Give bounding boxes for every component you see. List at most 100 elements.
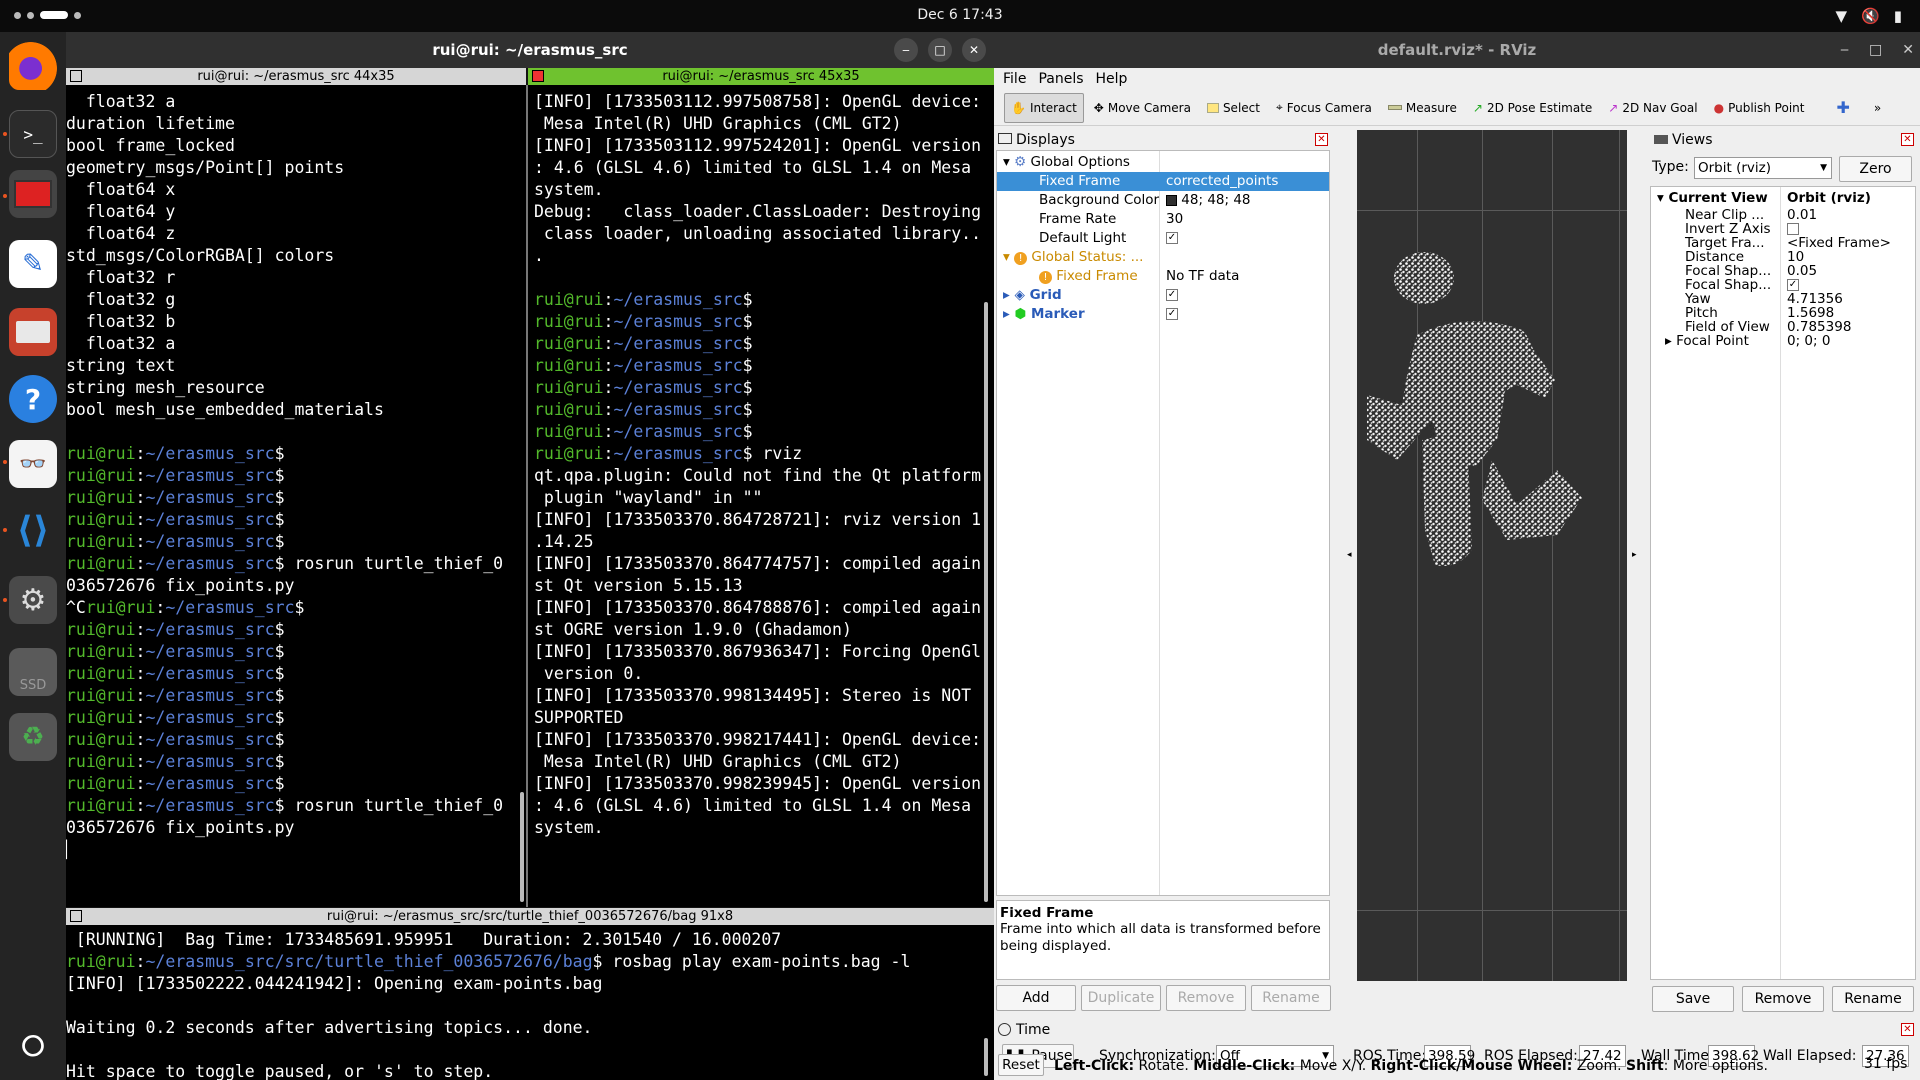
terminal-line: rui@rui:~/erasmus_src$ <box>534 378 753 397</box>
show-apps-icon[interactable]: ⭘ <box>9 1022 57 1070</box>
presentation-icon[interactable] <box>9 170 57 218</box>
clock[interactable]: Dec 6 17:43 <box>0 7 1920 23</box>
terminal-line: rui@rui:~/erasmus_src$ rosrun turtle_thi… <box>66 554 504 573</box>
tree-marker[interactable]: ▸ ⬢ Marker <box>1003 305 1085 324</box>
view-prop-value[interactable]: 0; 0; 0 <box>1787 334 1830 348</box>
system-tray[interactable]: ▼ 🔇 ▮ <box>1836 7 1903 25</box>
view-prop-value[interactable]: 4.71356 <box>1787 292 1843 306</box>
view-prop-value[interactable] <box>1787 222 1799 236</box>
bottom-terminal-pane[interactable]: [RUNNING] Bag Time: 1733485691.959951 Du… <box>66 925 994 1080</box>
view-prop-value[interactable]: 0.05 <box>1787 264 1817 278</box>
marker-checkbox[interactable]: ✓ <box>1166 305 1178 324</box>
close-icon[interactable]: ✕ <box>962 38 986 62</box>
view-prop-value[interactable]: 0.785398 <box>1787 320 1851 334</box>
tool-move-camera[interactable]: ✥ Move Camera <box>1088 93 1197 123</box>
tool-focus-camera[interactable]: ⌖ Focus Camera <box>1270 93 1378 123</box>
save-view-button[interactable]: Save <box>1652 986 1734 1012</box>
maximize-icon[interactable]: □ <box>928 38 952 62</box>
rviz-titlebar[interactable]: default.rviz* - RViz ‒ □ ✕ <box>994 32 1920 68</box>
point-cloud-marker[interactable] <box>1357 130 1627 981</box>
grid-checkbox[interactable]: ✓ <box>1166 286 1178 305</box>
right-terminal-pane[interactable]: [INFO] [1733503112.997508758]: OpenGL de… <box>528 85 994 907</box>
right-pane-scrollbar[interactable] <box>984 302 988 902</box>
files-icon[interactable] <box>9 308 57 356</box>
tool-publish-point[interactable]: ● Publish Point <box>1708 93 1811 123</box>
tree-fixed-frame[interactable]: Fixed Frame corrected_points <box>997 172 1329 191</box>
prompt-user: rui@rui <box>66 642 136 661</box>
ssd-drive-icon[interactable]: SSD <box>9 648 57 696</box>
displays-tree[interactable]: ▾ ⚙ Global Options Fixed Frame corrected_… <box>996 150 1330 896</box>
text-editor-icon[interactable]: ✎ <box>9 240 57 288</box>
add-tool-icon[interactable]: ✚ <box>1836 98 1849 117</box>
tree-global-status[interactable]: ▾ ! Global Status: ... <box>1003 248 1143 267</box>
left-terminal-pane[interactable]: float32 a duration lifetime bool frame_loc… <box>66 85 526 907</box>
close-panel-icon[interactable]: ✕ <box>1315 133 1328 146</box>
duplicate-button[interactable]: Duplicate <box>1081 985 1161 1011</box>
close-icon[interactable]: ✕ <box>1902 32 1914 68</box>
add-button[interactable]: Add <box>996 985 1076 1011</box>
terminal-text: $ <box>742 334 753 353</box>
bottom-pane-scrollbar[interactable] <box>984 1038 988 1076</box>
maximize-icon[interactable]: □ <box>1869 32 1882 68</box>
close-panel-icon[interactable]: ✕ <box>1901 133 1914 146</box>
default-light-checkbox[interactable]: ✓ <box>1166 229 1178 248</box>
vscode-icon[interactable]: ⟨⟩ <box>9 506 57 554</box>
reader-icon[interactable]: 👓 <box>9 440 57 488</box>
remove-display-button[interactable]: Remove <box>1166 985 1246 1011</box>
views-tree[interactable]: ▾ Current View Orbit (rviz) Near Clip ..… <box>1650 186 1916 980</box>
collapse-right-icon[interactable]: ▸ <box>1632 550 1637 560</box>
more-tools-icon[interactable]: » <box>1874 101 1881 115</box>
terminal-titlebar[interactable]: rui@rui: ~/erasmus_src ‒ □ ✕ <box>66 32 994 68</box>
bg-color-value[interactable]: 48; 48; 48 <box>1166 191 1251 210</box>
terminal-icon[interactable]: >_ <box>9 110 57 158</box>
tool-2d-pose-estimate[interactable]: ↗ 2D Pose Estimate <box>1467 93 1598 123</box>
help-icon[interactable]: ? <box>9 375 57 423</box>
view-prop-value[interactable]: <Fixed Frame> <box>1787 236 1891 250</box>
close-panel-icon[interactable]: ✕ <box>1901 1023 1914 1036</box>
prompt-path: ~/erasmus_src <box>145 466 275 485</box>
grid-icon: ◈ <box>1014 287 1025 303</box>
minimize-icon[interactable]: ‒ <box>894 38 918 62</box>
tool-measure[interactable]: Measure <box>1382 93 1463 123</box>
minimize-icon[interactable]: ‒ <box>1840 32 1849 68</box>
tool-2d-nav-goal[interactable]: ↗ 2D Nav Goal <box>1602 93 1703 123</box>
fixed-frame-value[interactable]: corrected_points <box>1166 172 1278 191</box>
rename-display-button[interactable]: Rename <box>1251 985 1331 1011</box>
zero-button[interactable]: Zero <box>1839 156 1912 182</box>
menu-help[interactable]: Help <box>1096 68 1128 90</box>
menu-file[interactable]: File <box>1003 68 1026 90</box>
firefox-icon[interactable] <box>9 42 57 90</box>
view-prop-value[interactable]: 1.5698 <box>1787 306 1834 320</box>
tree-grid[interactable]: ▸ ◈ Grid <box>1003 286 1062 305</box>
trash-icon[interactable]: ♻ <box>9 713 57 761</box>
right-pane-titlebar[interactable]: rui@rui: ~/erasmus_src 45x35 <box>528 68 994 85</box>
rename-view-button[interactable]: Rename <box>1832 986 1914 1012</box>
view-type-select[interactable]: Orbit (rviz) ▼ <box>1694 157 1832 179</box>
rviz-title: default.rviz* - RViz <box>1377 41 1537 59</box>
terminal-line: rui@rui:~/erasmus_src$ <box>66 444 285 463</box>
settings-icon[interactable]: ⚙ <box>9 576 57 624</box>
tool-select[interactable]: Select <box>1201 93 1266 123</box>
terminal-text: Waiting 0.2 seconds after advertising to… <box>66 1018 593 1037</box>
bottom-pane-titlebar[interactable]: rui@rui: ~/erasmus_src/src/turtle_thief_… <box>66 908 994 925</box>
reset-button[interactable]: Reset <box>998 1054 1044 1076</box>
terminal-line: [INFO] [1733503370.867936347]: Forcing O… <box>534 641 994 663</box>
tool-interact[interactable]: ✋ Interact <box>1004 92 1084 123</box>
view-prop-value[interactable]: 0.01 <box>1787 208 1817 222</box>
remove-view-button[interactable]: Remove <box>1742 986 1824 1012</box>
menu-panels[interactable]: Panels <box>1038 68 1083 90</box>
ruler-icon <box>1387 105 1402 110</box>
terminal-line: float64 y <box>66 201 526 223</box>
status-fixed-frame[interactable]: ! Fixed Frame <box>1039 267 1138 286</box>
collapse-left-icon[interactable]: ◂ <box>1347 550 1352 560</box>
tree-global-options[interactable]: ▾ ⚙ Global Options <box>1003 153 1130 172</box>
frame-rate-value[interactable]: 30 <box>1166 210 1183 229</box>
view-prop-value[interactable]: ✓ <box>1787 278 1799 292</box>
prompt-user: rui@rui <box>534 334 604 353</box>
view-prop-value[interactable]: 10 <box>1787 250 1804 264</box>
left-pane-titlebar[interactable]: rui@rui: ~/erasmus_src 44x35 <box>66 68 526 85</box>
current-view-row[interactable]: ▾ Current View <box>1657 189 1768 208</box>
rviz-3d-viewport[interactable] <box>1357 130 1627 981</box>
terminal-line: bool mesh_use_embedded_materials <box>66 399 526 421</box>
left-pane-scrollbar[interactable] <box>520 792 524 902</box>
